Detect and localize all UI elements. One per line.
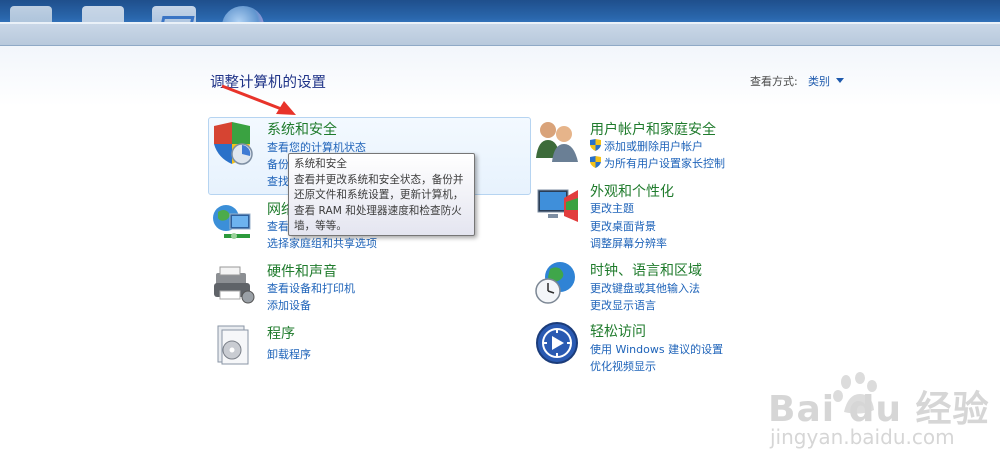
- watermark-url: jingyan.baidu.com: [770, 425, 955, 449]
